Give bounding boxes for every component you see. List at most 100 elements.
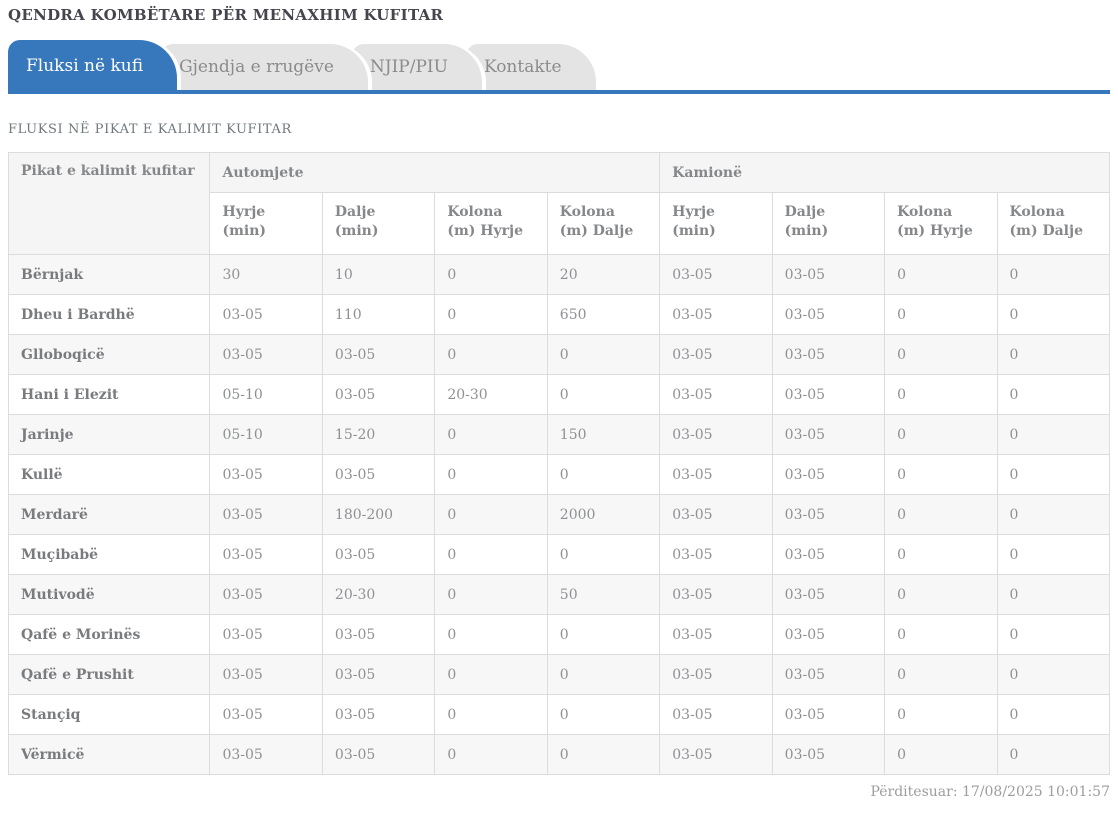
crossing-name-cell: Bërnjak xyxy=(7,254,211,295)
value-cell: 0 xyxy=(996,294,1111,335)
value-cell: 03-05 xyxy=(771,734,886,775)
value-cell: 03-05 xyxy=(209,654,323,695)
value-cell: 30 xyxy=(209,254,323,295)
value-cell: 0 xyxy=(996,534,1111,575)
value-cell: 180-200 xyxy=(321,494,436,535)
crossing-name-cell: Dheu i Bardhë xyxy=(7,294,211,335)
tab-label: NJIP/PIU xyxy=(369,57,448,77)
value-cell: 0 xyxy=(884,534,998,575)
value-cell: 03-05 xyxy=(659,454,773,495)
value-cell: 0 xyxy=(884,454,998,495)
crossing-name-cell: Merdarë xyxy=(7,494,211,535)
value-cell: 20-30 xyxy=(321,574,436,615)
subheader-auto-kolona-dalje: Kolona (m) Dalje xyxy=(546,192,661,255)
value-cell: 0 xyxy=(434,734,548,775)
value-cell: 0 xyxy=(884,654,998,695)
value-cell: 03-05 xyxy=(321,614,436,655)
value-cell: 03-05 xyxy=(659,534,773,575)
value-cell: 0 xyxy=(546,614,661,655)
value-cell: 03-05 xyxy=(771,454,886,495)
crossing-name-cell: Qafë e Morinës xyxy=(7,614,211,655)
group-header-row: Pikat e kalimit kufitar Automjete Kamion… xyxy=(7,152,1110,255)
value-cell: 650 xyxy=(546,294,661,335)
value-cell: 03-05 xyxy=(771,414,886,455)
value-cell: 03-05 xyxy=(659,734,773,775)
value-cell: 0 xyxy=(434,414,548,455)
value-cell: 0 xyxy=(884,494,998,535)
value-cell: 0 xyxy=(546,534,661,575)
value-cell: 50 xyxy=(546,574,661,615)
value-cell: 0 xyxy=(996,454,1111,495)
table-row: Glloboqicë 03-05 03-05 0 0 03-05 03-05 0 0 xyxy=(7,334,1111,375)
value-cell: 0 xyxy=(434,694,548,735)
tab-label: Kontakte xyxy=(483,57,562,77)
value-cell: 03-05 xyxy=(321,534,436,575)
value-cell: 150 xyxy=(546,414,661,455)
value-cell: 0 xyxy=(996,254,1111,295)
corner-header-cell: Pikat e kalimit kufitar xyxy=(7,152,211,255)
value-cell: 0 xyxy=(546,694,661,735)
table-header: Pikat e kalimit kufitar Automjete Kamion… xyxy=(7,152,1111,255)
value-cell: 03-05 xyxy=(659,574,773,615)
value-cell: 0 xyxy=(996,374,1111,415)
value-cell: 03-05 xyxy=(659,694,773,735)
value-cell: 0 xyxy=(546,374,661,415)
crossing-name-cell: Muçibabë xyxy=(7,534,211,575)
value-cell: 03-05 xyxy=(321,654,436,695)
value-cell: 03-05 xyxy=(771,374,886,415)
value-cell: 03-05 xyxy=(659,374,773,415)
tab-kontakte[interactable]: Kontakte xyxy=(465,44,596,90)
value-cell: 05-10 xyxy=(209,374,323,415)
tab-njip-piu[interactable]: NJIP/PIU xyxy=(351,44,482,90)
border-flux-table: Pikat e kalimit kufitar Automjete Kamion… xyxy=(7,152,1111,775)
table-row: Qafë e Prushit 03-05 03-05 0 0 03-05 03-05 0 0 xyxy=(7,654,1111,695)
value-cell: 03-05 xyxy=(321,734,436,775)
value-cell: 03-05 xyxy=(659,414,773,455)
table-row: Jarinje 05-10 15-20 0 150 03-05 03-05 0 0 xyxy=(7,414,1111,455)
value-cell: 05-10 xyxy=(209,414,323,455)
value-cell: 0 xyxy=(996,614,1111,655)
value-cell: 03-05 xyxy=(659,614,773,655)
value-cell: 03-05 xyxy=(659,254,773,295)
value-cell: 0 xyxy=(884,294,998,335)
value-cell: 0 xyxy=(434,534,548,575)
value-cell: 03-05 xyxy=(209,534,323,575)
table-row: Mutivodë 03-05 20-30 0 50 03-05 03-05 0 0 xyxy=(7,574,1111,615)
crossing-name-cell: Stançiq xyxy=(7,694,211,735)
value-cell: 03-05 xyxy=(771,294,886,335)
crossing-name-cell: Vërmicë xyxy=(7,734,211,775)
value-cell: 03-05 xyxy=(659,654,773,695)
tab-gjendja-e-rrugeve[interactable]: Gjendja e rrugëve xyxy=(161,44,368,90)
value-cell: 03-05 xyxy=(321,374,436,415)
crossing-name-cell: Mutivodë xyxy=(7,574,211,615)
value-cell: 0 xyxy=(434,294,548,335)
value-cell: 03-05 xyxy=(209,494,323,535)
value-cell: 0 xyxy=(546,454,661,495)
table-row: Hani i Elezit 05-10 03-05 20-30 0 03-05 03-05 0… xyxy=(7,374,1111,415)
value-cell: 03-05 xyxy=(771,614,886,655)
value-cell: 03-05 xyxy=(659,334,773,375)
group-header-automjete: Automjete xyxy=(209,152,661,193)
tab-fluksi-ne-kufi[interactable]: Fluksi në kufi xyxy=(8,40,178,90)
value-cell: 03-05 xyxy=(209,694,323,735)
tab-underline xyxy=(8,90,1110,94)
tab-bar: Fluksi në kufi Gjendja e rrugëve NJIP/PI… xyxy=(8,40,1110,90)
subheader-kam-dalje: Dalje (min) xyxy=(771,192,886,255)
crossing-name-cell: Qafë e Prushit xyxy=(7,654,211,695)
value-cell: 0 xyxy=(884,734,998,775)
crossing-name-cell: Glloboqicë xyxy=(7,334,211,375)
page-title: QENDRA KOMBËTARE PËR MENAXHIM KUFITAR xyxy=(8,6,444,24)
value-cell: 0 xyxy=(884,254,998,295)
value-cell: 03-05 xyxy=(209,734,323,775)
value-cell: 0 xyxy=(434,574,548,615)
value-cell: 20 xyxy=(546,254,661,295)
value-cell: 20-30 xyxy=(434,374,548,415)
section-title: FLUKSI NË PIKAT E KALIMIT KUFITAR xyxy=(8,122,292,137)
value-cell: 0 xyxy=(884,334,998,375)
value-cell: 0 xyxy=(884,614,998,655)
value-cell: 0 xyxy=(434,334,548,375)
table-row: Vërmicë 03-05 03-05 0 0 03-05 03-05 0 0 xyxy=(7,734,1111,775)
value-cell: 110 xyxy=(321,294,436,335)
table-row: Stançiq 03-05 03-05 0 0 03-05 03-05 0 0 xyxy=(7,694,1111,735)
value-cell: 03-05 xyxy=(771,654,886,695)
